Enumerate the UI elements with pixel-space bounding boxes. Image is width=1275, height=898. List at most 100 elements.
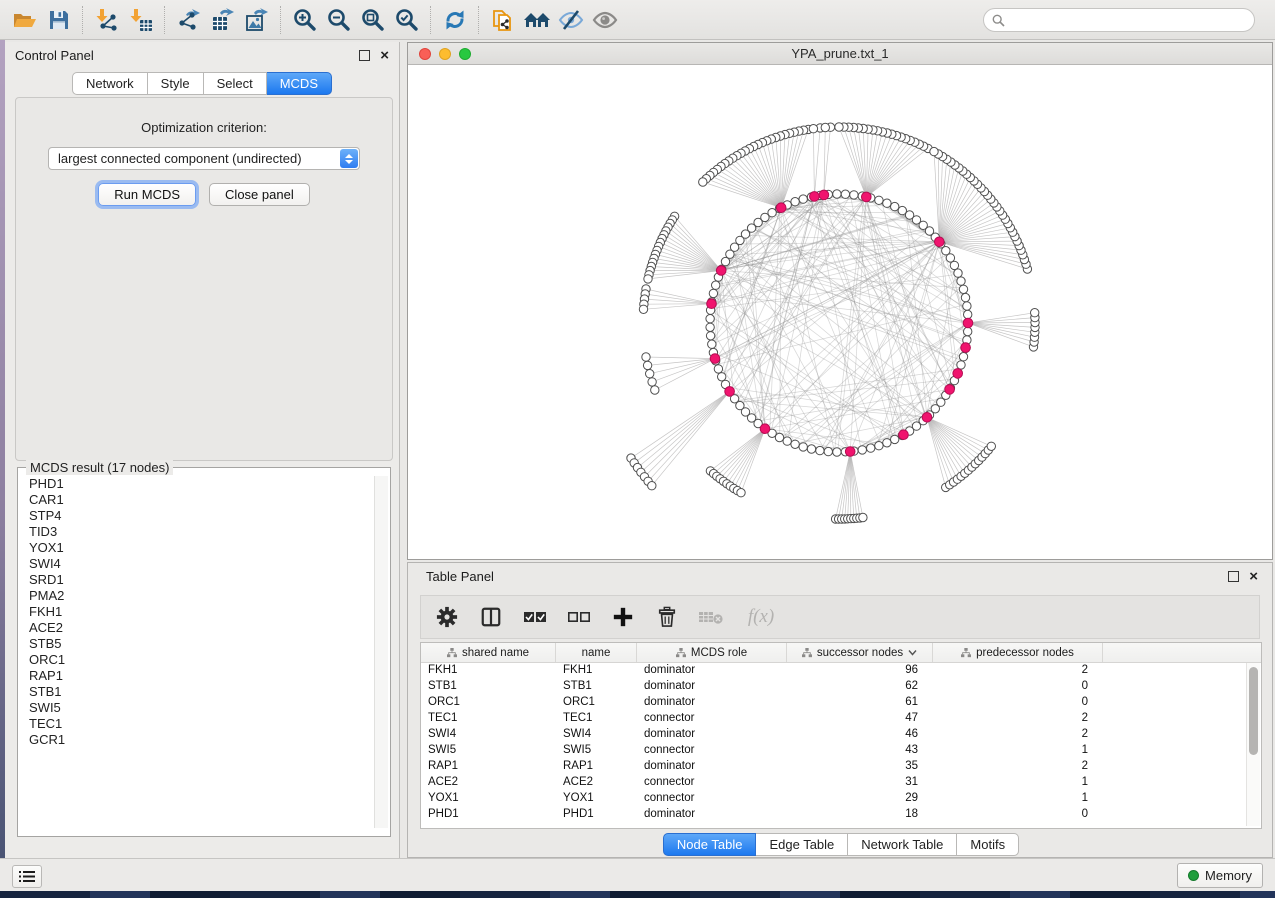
graph-node[interactable] [835,123,843,131]
show-all-button[interactable] [588,4,622,36]
mcds-result-item[interactable]: STB1 [29,684,381,700]
new-network-from-selection-button[interactable] [486,4,520,36]
deselect-all-rows-button[interactable] [565,603,593,631]
table-row[interactable]: ORC1ORC1dominator610 [421,695,1261,711]
graph-mcds-node[interactable] [819,190,829,200]
table-row[interactable]: YOX1YOX1connector291 [421,791,1261,807]
export-image-button[interactable] [240,4,274,36]
tab-edge-table[interactable]: Edge Table [756,833,848,856]
graph-node[interactable] [964,310,972,318]
table-row[interactable]: ACE2ACE2connector311 [421,775,1261,791]
column-header-predecessor-nodes[interactable]: predecessor nodes [933,643,1103,662]
graph-node[interactable] [833,448,841,456]
run-mcds-button[interactable]: Run MCDS [98,183,196,206]
tab-select[interactable]: Select [204,72,267,95]
memory-button[interactable]: Memory [1177,863,1263,888]
mcds-result-item[interactable]: SRD1 [29,572,381,588]
graph-node[interactable] [891,435,899,443]
graph-node[interactable] [706,323,714,331]
mcds-result-item[interactable]: ACE2 [29,620,381,636]
graph-mcds-node[interactable] [716,266,726,276]
zoom-selected-button[interactable] [390,4,424,36]
open-file-button[interactable] [8,4,42,36]
mcds-result-item[interactable]: STP4 [29,508,381,524]
graph-node[interactable] [875,196,883,204]
show-columns-button[interactable] [477,603,505,631]
graph-mcds-node[interactable] [953,369,963,379]
graph-node[interactable] [643,361,651,369]
graph-node[interactable] [954,269,962,277]
export-table-button[interactable] [206,4,240,36]
graph-node[interactable] [709,289,717,297]
graph-node[interactable] [930,147,938,155]
graph-node[interactable] [883,199,891,207]
graph-node[interactable] [816,446,824,454]
export-network-button[interactable] [172,4,206,36]
graph-node[interactable] [959,285,967,293]
graph-mcds-node[interactable] [899,430,909,440]
graph-node[interactable] [706,332,714,340]
table-row[interactable]: PHD1PHD1dominator180 [421,807,1261,823]
tab-motifs[interactable]: Motifs [957,833,1019,856]
mcds-result-item[interactable]: PMA2 [29,588,381,604]
table-scrollbar[interactable] [1246,663,1260,826]
tab-network[interactable]: Network [72,72,148,95]
column-header-shared-name[interactable]: shared name [421,643,556,662]
graph-node[interactable] [841,190,849,198]
minimize-window-icon[interactable] [439,48,451,60]
close-panel-icon[interactable]: × [1249,572,1258,581]
import-table-button[interactable] [124,4,158,36]
graph-node[interactable] [791,440,799,448]
add-column-button[interactable] [609,603,637,631]
graph-node[interactable] [824,447,832,455]
close-panel-icon[interactable]: × [380,51,389,60]
graph-node[interactable] [646,370,654,378]
graph-node[interactable] [737,489,745,497]
select-all-rows-button[interactable] [521,603,549,631]
mcds-result-item[interactable]: STB5 [29,636,381,652]
mcds-list-scrollbar[interactable] [374,476,388,828]
zoom-fit-button[interactable] [356,4,390,36]
graph-node[interactable] [799,195,807,203]
graph-node[interactable] [859,513,867,521]
graph-node[interactable] [833,190,841,198]
graph-node[interactable] [706,315,714,323]
table-row[interactable]: FKH1FKH1dominator962 [421,663,1261,679]
graph-node[interactable] [959,353,967,361]
float-panel-icon[interactable] [1228,571,1239,582]
graph-node[interactable] [791,198,799,206]
graph-mcds-node[interactable] [760,424,770,434]
graph-node[interactable] [807,445,815,453]
graph-node[interactable] [891,202,899,210]
graph-mcds-node[interactable] [922,413,932,423]
graph-node[interactable] [642,353,650,361]
mcds-result-item[interactable]: FKH1 [29,604,381,620]
graph-node[interactable] [850,191,858,199]
task-history-button[interactable] [12,865,42,888]
tab-style[interactable]: Style [148,72,204,95]
mcds-result-item[interactable]: SWI5 [29,700,381,716]
column-header-name[interactable]: name [556,643,637,662]
graph-node[interactable] [648,482,656,490]
import-network-button[interactable] [90,4,124,36]
network-canvas[interactable] [408,65,1272,560]
graph-node[interactable] [714,365,722,373]
graph-mcds-node[interactable] [845,447,855,457]
save-session-button[interactable] [42,4,76,36]
graph-node[interactable] [651,386,659,394]
column-header-MCDS-role[interactable]: MCDS role [637,643,787,662]
column-header-successor-nodes[interactable]: successor nodes [787,643,933,662]
graph-node[interactable] [867,444,875,452]
zoom-out-button[interactable] [322,4,356,36]
graph-node[interactable] [875,442,883,450]
graph-mcds-node[interactable] [776,203,786,213]
float-panel-icon[interactable] [359,50,370,61]
graph-node[interactable] [775,433,783,441]
graph-node[interactable] [809,125,817,133]
criterion-dropdown[interactable]: largest connected component (undirected) [48,147,360,170]
delete-columns-button[interactable] [653,603,681,631]
maximize-window-icon[interactable] [459,48,471,60]
graph-node[interactable] [858,446,866,454]
graph-node[interactable] [783,437,791,445]
graph-mcds-node[interactable] [935,237,945,247]
